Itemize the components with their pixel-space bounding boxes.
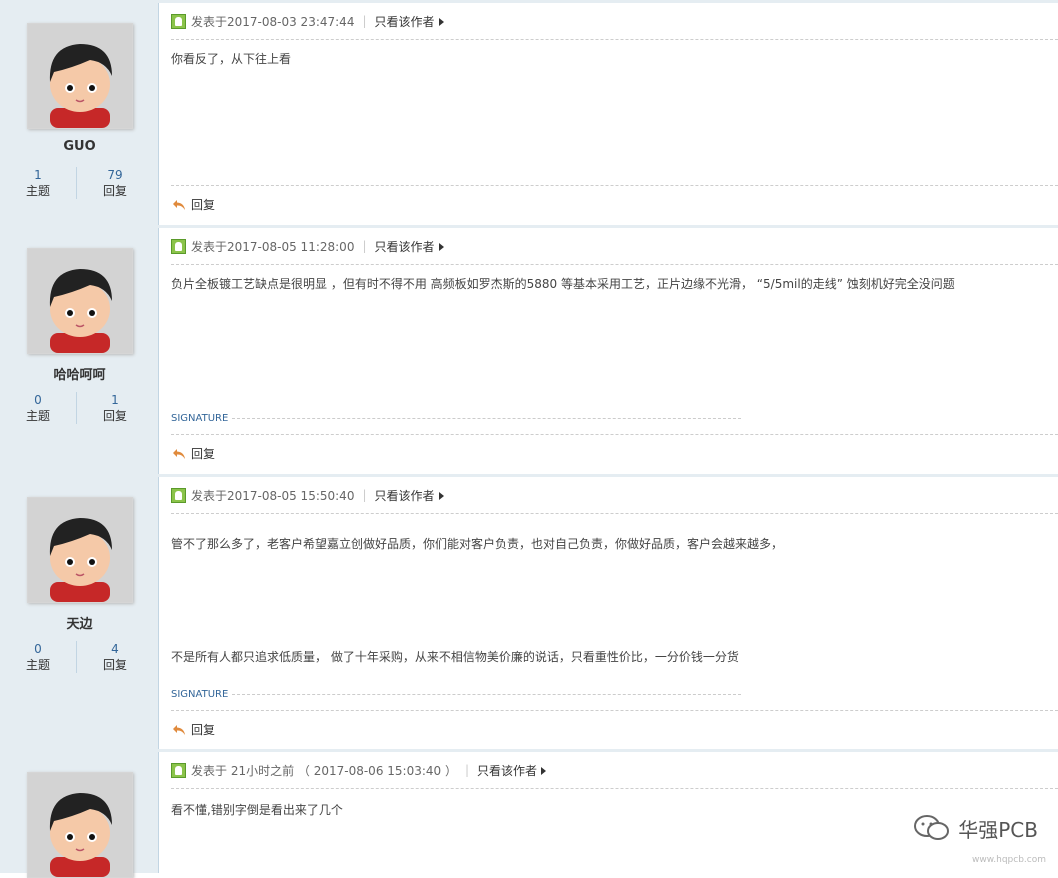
post-date: 发表于2017-08-05 15:50:40 (191, 488, 355, 503)
post-header: 发表于2017-08-05 15:50:40 | 只看该作者 (171, 487, 444, 503)
signature-divider: SIGNATURE (171, 689, 741, 700)
user-post-icon (171, 487, 186, 503)
signature-line (232, 418, 741, 419)
reply-arrow-icon (173, 724, 185, 735)
post-3: 天边 0 主题 4 回复 发表于2017-08-05 15:50:40 | 只看… (0, 474, 1058, 752)
footer-divider-line (171, 710, 1058, 711)
replies-count: 79 (107, 168, 123, 182)
arrow-right-icon (438, 243, 444, 251)
replies-label: 回复 (102, 658, 127, 672)
post-main: 发表于2017-08-05 11:28:00 | 只看该作者 负片全板镀工艺缺点… (159, 228, 1058, 477)
reply-arrow-icon (173, 199, 185, 210)
replies-stat[interactable]: 4 回复 (77, 641, 153, 673)
header-divider: | (362, 488, 367, 502)
header-divider-line (171, 513, 1058, 514)
watermark: 华强PCB (912, 813, 1038, 843)
post-2: 哈哈呵呵 0 主题 1 回复 发表于2017-08-05 11:28:00 | … (0, 225, 1058, 477)
reply-arrow-icon (173, 448, 185, 459)
avatar[interactable] (27, 772, 133, 878)
topics-count: 0 (34, 393, 42, 407)
only-author-link[interactable]: 只看该作者 (375, 238, 444, 255)
post-4: 发表于 21小时之前 （ 2017-08-06 15:03:40 ） | 只看该… (0, 749, 1058, 878)
replies-count: 1 (111, 393, 119, 407)
reply-button[interactable]: 回复 (172, 196, 215, 213)
reply-button[interactable]: 回复 (172, 445, 215, 462)
header-divider: | (362, 239, 367, 253)
topics-stat[interactable]: 0 主题 (0, 392, 76, 424)
avatar[interactable] (27, 497, 133, 603)
header-divider-line (171, 39, 1058, 40)
author-sidebar: 天边 0 主题 4 回复 (0, 477, 159, 752)
post-header: 发表于 21小时之前 （ 2017-08-06 15:03:40 ） | 只看该… (171, 762, 547, 779)
replies-stat[interactable]: 1 回复 (77, 392, 153, 424)
post-content: 负片全板镀工艺缺点是很明显 ，但有时不得不用 高频板如罗杰斯的5880 等基本采… (171, 277, 955, 291)
only-author-link[interactable]: 只看该作者 (477, 762, 547, 779)
footer-divider-line (171, 434, 1058, 435)
author-sidebar (0, 752, 159, 878)
post-main: 发表于2017-08-03 23:47:44 | 只看该作者 你看反了，从下往上… (159, 3, 1058, 227)
user-post-icon (171, 13, 186, 29)
username[interactable]: GUO (0, 139, 159, 154)
only-author-label: 只看该作者 (374, 488, 435, 503)
post-content: 看不懂,错别字倒是看出来了几个 (171, 803, 343, 817)
reply-label: 回复 (191, 723, 216, 737)
author-sidebar: 哈哈呵呵 0 主题 1 回复 (0, 228, 159, 477)
topics-count: 1 (34, 168, 42, 182)
user-post-icon (171, 762, 186, 778)
post-header: 发表于2017-08-05 11:28:00 | 只看该作者 (171, 238, 444, 254)
post-header: 发表于2017-08-03 23:47:44 | 只看该作者 (171, 13, 444, 29)
replies-label: 回复 (102, 409, 127, 423)
replies-label: 回复 (102, 184, 127, 198)
topics-label: 主题 (25, 658, 50, 672)
arrow-right-icon (541, 767, 547, 775)
topics-stat[interactable]: 0 主题 (0, 641, 76, 673)
post-date: 发表于 21小时之前 （ 2017-08-06 15:03:40 ） (191, 763, 457, 778)
only-author-label: 只看该作者 (374, 14, 435, 29)
post-main: 发表于2017-08-05 15:50:40 | 只看该作者 管不了那么多了，老… (159, 477, 1058, 752)
signature-divider: SIGNATURE (171, 413, 741, 424)
watermark-url: www.hqpcb.com (972, 855, 1046, 865)
only-author-link[interactable]: 只看该作者 (375, 13, 444, 30)
signature-label: SIGNATURE (171, 413, 229, 424)
reply-label: 回复 (191, 447, 216, 461)
header-divider: | (464, 763, 470, 777)
only-author-label: 只看该作者 (477, 763, 538, 778)
post-content-line-1: 管不了那么多了，老客户希望嘉立创做好品质，你们能对客户负责，也对自己负责，你做好… (171, 537, 784, 551)
post-content: 你看反了，从下往上看 (171, 52, 292, 66)
watermark-text: 华强PCB (958, 817, 1038, 842)
arrow-right-icon (438, 492, 444, 500)
signature-line (232, 694, 741, 695)
only-author-label: 只看该作者 (374, 239, 435, 254)
topics-stat[interactable]: 1 主题 (0, 167, 76, 199)
topics-count: 0 (34, 642, 42, 656)
avatar[interactable] (27, 248, 133, 354)
header-divider: | (362, 14, 367, 28)
only-author-link[interactable]: 只看该作者 (375, 487, 444, 504)
username[interactable]: 天边 (0, 613, 159, 632)
arrow-right-icon (438, 18, 444, 26)
author-sidebar: GUO 1 主题 79 回复 (0, 3, 159, 227)
signature-label: SIGNATURE (171, 689, 229, 700)
post-1: GUO 1 主题 79 回复 发表于2017-08-03 23:47:44 | … (0, 0, 1058, 227)
header-divider-line (171, 264, 1058, 265)
post-content-line-2: 不是所有人都只追求低质量， 做了十年采购，从来不相信物美价廉的说话，只看重性价比… (171, 650, 739, 664)
avatar[interactable] (27, 23, 133, 129)
username[interactable]: 哈哈呵呵 (0, 364, 159, 383)
post-date: 发表于2017-08-03 23:47:44 (191, 14, 355, 29)
reply-button[interactable]: 回复 (172, 721, 215, 738)
footer-divider-line (171, 185, 1058, 186)
reply-label: 回复 (191, 198, 216, 212)
post-date: 发表于2017-08-05 11:28:00 (191, 239, 355, 254)
wechat-icon (914, 815, 950, 840)
header-divider-line (171, 788, 1058, 789)
topics-label: 主题 (25, 184, 50, 198)
replies-count: 4 (111, 642, 119, 656)
user-post-icon (171, 238, 186, 254)
topics-label: 主题 (25, 409, 50, 423)
replies-stat[interactable]: 79 回复 (77, 167, 153, 199)
